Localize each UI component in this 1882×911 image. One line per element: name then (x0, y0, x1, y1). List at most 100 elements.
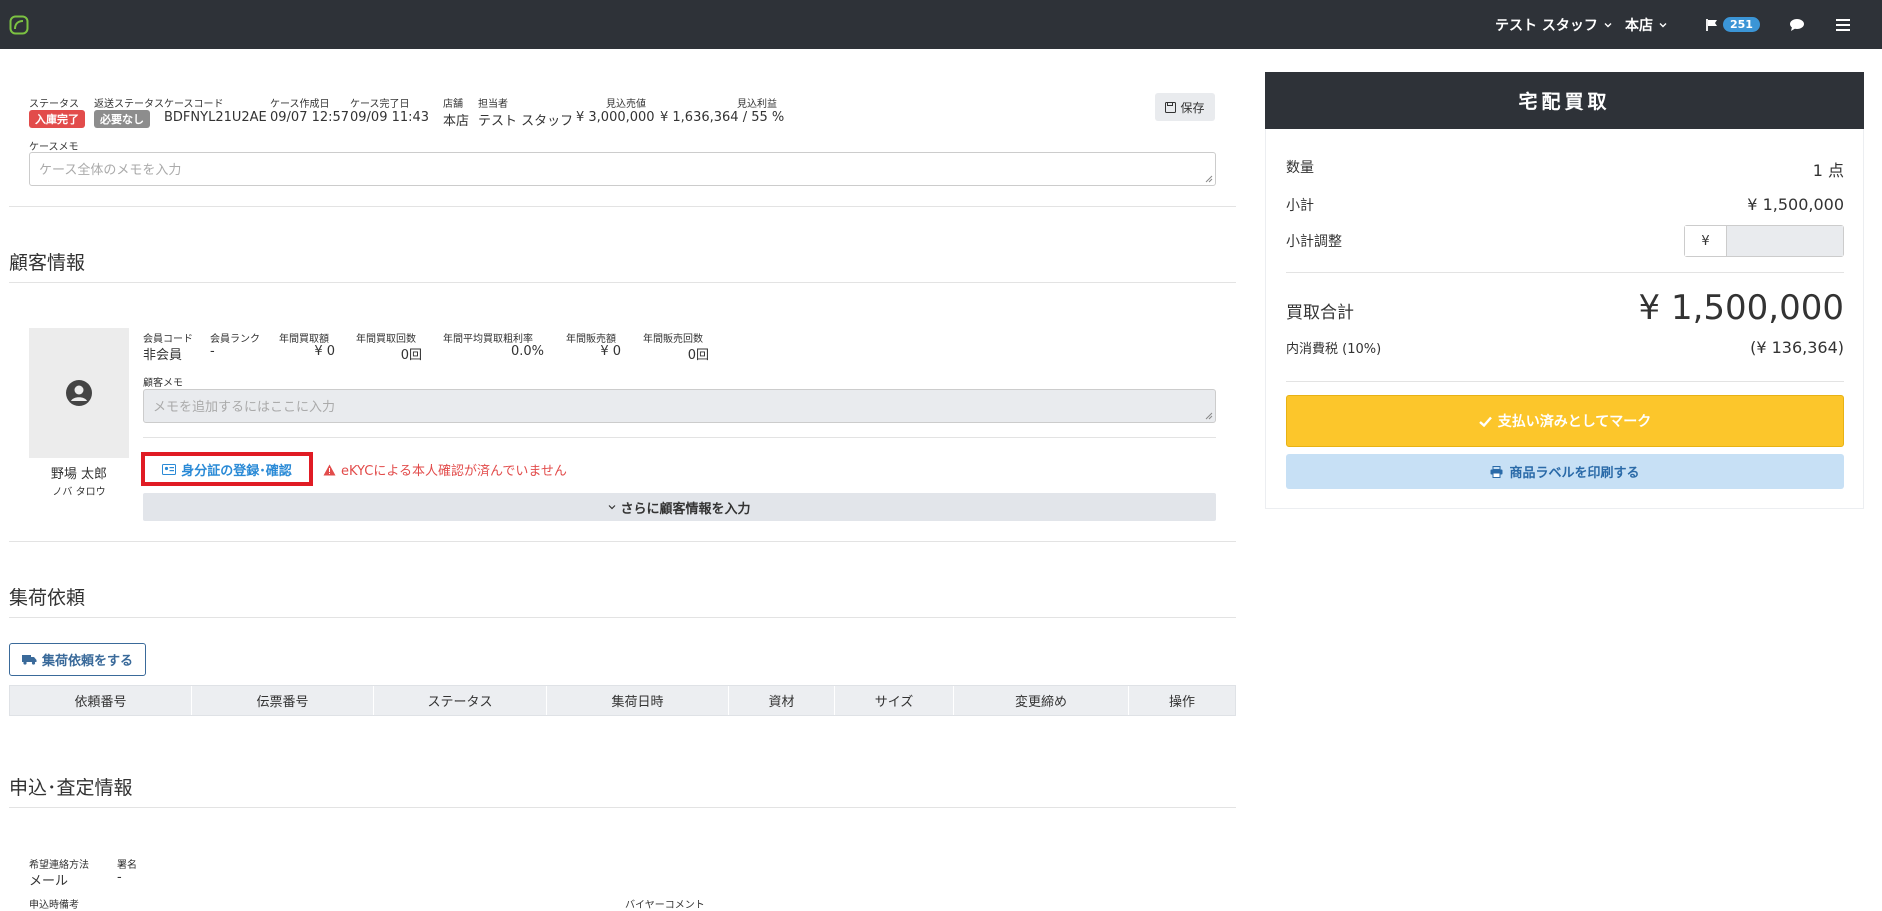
divider (9, 617, 1236, 618)
annual-sales-count-label: 年間販売回数 (643, 334, 703, 345)
divider (9, 206, 1236, 207)
expected-profit-label: 見込利益 (737, 99, 777, 110)
total-label: 買取合計 (1286, 303, 1354, 323)
case-memo-input[interactable]: ケース全体のメモを入力 (29, 152, 1216, 186)
assignee-label: 担当者 (478, 99, 508, 110)
store-menu[interactable]: 本店 (1625, 0, 1667, 49)
table-header-cell[interactable]: 操作 (1129, 686, 1235, 715)
avg-margin-value: 0.0% (510, 344, 544, 359)
case-code-label: ケースコード (164, 99, 224, 110)
customer-avatar (29, 328, 129, 458)
chevron-down-icon (1659, 22, 1667, 27)
truck-icon (21, 655, 37, 665)
store-label: 店舗 (443, 99, 463, 110)
status-badge: 入庫完了 (29, 110, 85, 128)
table-header-cell[interactable]: サイズ (835, 686, 954, 715)
customer-name: 野場 太郎 (50, 467, 108, 482)
printer-icon (1490, 465, 1503, 478)
divider (143, 437, 1216, 438)
tax-label: 内消費税 (10%) (1286, 342, 1382, 357)
divider (1286, 381, 1844, 382)
expected-sales-value: ¥ 3,000,000 (576, 110, 655, 125)
save-button-label: 保存 (1180, 100, 1205, 115)
pickup-table-header: 依頼番号 伝票番号 ステータス 集荷日時 資材 サイズ 変更締め 操作 (9, 685, 1236, 716)
subtotal-value: ¥ 1,500,000 (1747, 195, 1844, 214)
check-icon (1478, 416, 1492, 427)
customer-section-title: 顧客情報 (9, 252, 86, 274)
return-status-label: 返送ステータス (94, 99, 164, 110)
store-value: 本店 (443, 114, 470, 129)
floppy-disk-icon (1165, 101, 1177, 113)
divider (9, 541, 1236, 542)
id-card-icon (162, 463, 177, 475)
avg-margin-label: 年間平均買取粗利率 (443, 334, 533, 345)
member-code-label: 会員コード (143, 334, 193, 345)
menu-icon (1836, 18, 1850, 31)
annual-sales-value: ¥ 0 (600, 344, 621, 359)
subtotal-adjust-field[interactable] (1727, 226, 1843, 256)
more-customer-info-button[interactable]: さらに顧客情報を入力 (143, 493, 1216, 521)
print-label-button[interactable]: 商品ラベルを印刷する (1286, 454, 1844, 489)
chevron-down-icon (609, 505, 616, 510)
save-button[interactable]: 保存 (1155, 93, 1215, 121)
annual-purchase-count-value: 0回 (400, 348, 422, 363)
table-header-cell[interactable]: 依頼番号 (10, 686, 192, 715)
created-value: 09/07 12:57 (270, 110, 350, 125)
ekyc-warning-text: eKYCによる本人確認が済んでいません (341, 464, 567, 479)
mark-paid-button[interactable]: 支払い済みとしてマーク (1286, 395, 1844, 447)
status-badge-text: 入庫完了 (29, 110, 85, 128)
quantity-value: 1 点 (1812, 161, 1844, 180)
staff-menu-label: テスト スタッフ (1495, 17, 1598, 34)
annual-purchase-value: ¥ 0 (314, 344, 335, 359)
staff-menu[interactable]: テスト スタッフ (1495, 0, 1612, 49)
table-header-cell[interactable]: 集荷日時 (547, 686, 729, 715)
case-memo-label: ケースメモ (29, 142, 79, 153)
pickup-section-title: 集荷依頼 (9, 587, 86, 609)
chat-button[interactable] (1789, 0, 1805, 49)
table-header-cell[interactable]: 伝票番号 (192, 686, 374, 715)
summary-header: 宅配買取 (1265, 72, 1864, 129)
app-logo-icon[interactable] (9, 15, 29, 35)
subtotal-label: 小計 (1286, 198, 1314, 214)
annual-purchase-label: 年間買取額 (279, 334, 329, 345)
customer-memo-input[interactable]: メモを追加するにはここに入力 (143, 389, 1216, 423)
tax-value: (¥ 136,364) (1750, 338, 1844, 357)
warning-triangle-icon (323, 464, 336, 475)
resize-handle-icon[interactable] (1205, 412, 1213, 420)
id-registration-label: 身分証の登録･確認 (181, 463, 292, 479)
quantity-label: 数量 (1286, 160, 1314, 176)
signature-value: - (117, 870, 122, 885)
member-rank-value: - (210, 344, 215, 359)
store-menu-label: 本店 (1625, 17, 1653, 34)
table-header-cell[interactable]: ステータス (374, 686, 547, 715)
notifications-button[interactable]: 251 (1705, 0, 1760, 49)
top-navbar: テスト スタッフ 本店 251 (0, 0, 1882, 49)
user-circle-icon (66, 380, 92, 406)
resize-handle-icon[interactable] (1205, 175, 1213, 183)
annual-purchase-count-label: 年間買取回数 (356, 334, 416, 345)
notification-count-badge: 251 (1723, 17, 1760, 32)
pickup-request-button[interactable]: 集荷依頼をする (9, 643, 146, 676)
chat-bubble-icon (1790, 18, 1804, 31)
table-header-cell[interactable]: 資材 (729, 686, 835, 715)
case-code-value: BDFNYL21U2AE (164, 110, 267, 125)
return-status-badge: 必要なし (94, 110, 150, 128)
hamburger-menu-button[interactable] (1836, 0, 1850, 49)
id-registration-button[interactable]: 身分証の登録･確認 (141, 452, 313, 486)
subtotal-adjust-input[interactable]: ¥ (1684, 225, 1844, 257)
chevron-down-icon (1604, 22, 1612, 27)
annual-sales-label: 年間販売額 (566, 334, 616, 345)
completed-label: ケース完了日 (350, 99, 410, 110)
customer-memo-placeholder: メモを追加するにはここに入力 (153, 400, 336, 415)
status-label: ステータス (29, 99, 79, 110)
created-label: ケース作成日 (270, 99, 330, 110)
divider (1286, 272, 1844, 273)
assignee-value: テスト スタッフ (478, 114, 574, 129)
contact-method-label: 希望連絡方法 (29, 860, 89, 871)
expected-profit-value: ¥ 1,636,364 / 55 % (660, 110, 785, 125)
signature-label: 署名 (117, 860, 137, 871)
annual-sales-count-value: 0回 (687, 348, 709, 363)
table-header-cell[interactable]: 変更締め (954, 686, 1129, 715)
more-customer-info-label: さらに顧客情報を入力 (620, 501, 751, 517)
customer-memo-label: 顧客メモ (143, 378, 183, 389)
